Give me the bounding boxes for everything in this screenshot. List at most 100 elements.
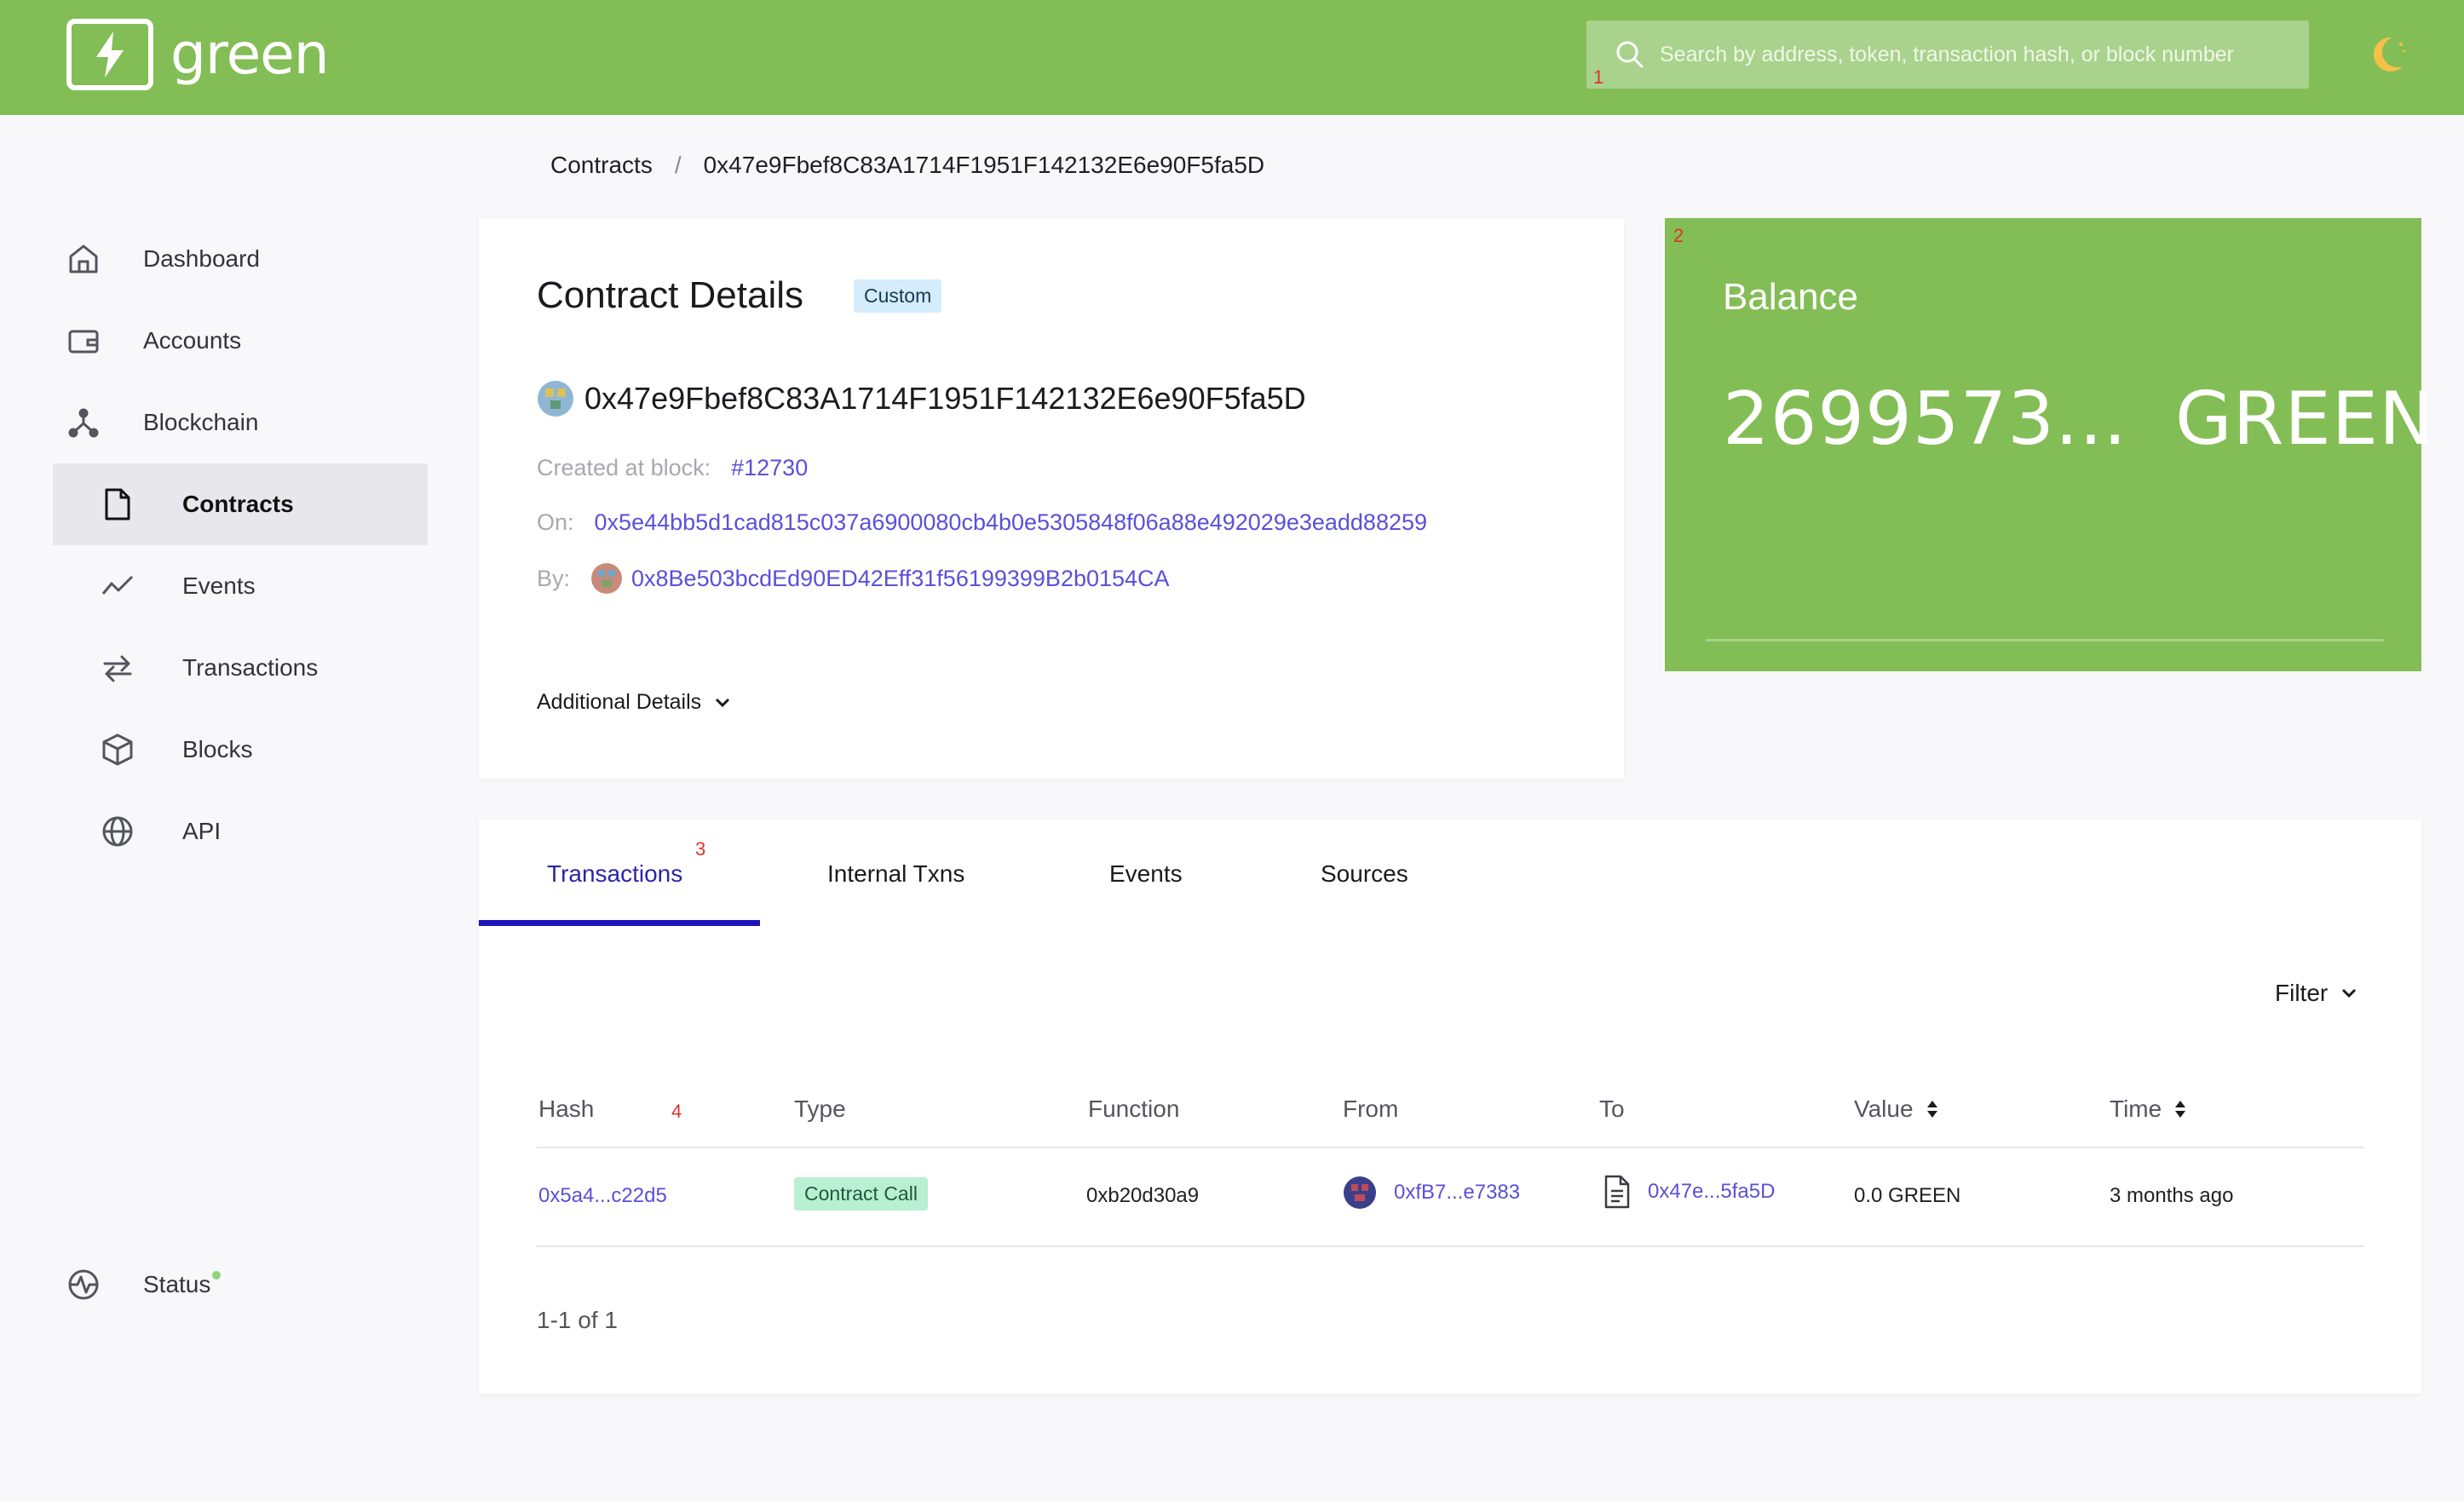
created-at-row: Created at block: #12730 [537,455,808,481]
sort-icon [2175,1101,2186,1118]
transactions-card: Transactions 3 Internal Txns Events Sour… [479,820,2421,1394]
status-icon [53,1268,114,1301]
sidebar-item-label: Blockchain [143,409,259,435]
sidebar-item-label: Blocks [182,736,253,762]
document-icon [87,487,148,521]
pagination-info: 1-1 of 1 [537,1307,618,1333]
creation-tx-link[interactable]: 0x5e44bb5d1cad815c037a6900080cb4b0e53058… [595,509,1427,536]
tx-from-cell: 0xfB7...e7383 [1343,1176,1520,1210]
sidebar-item-transactions[interactable]: Transactions [53,627,428,709]
annotation-marker-1: 1 [1593,66,1604,88]
column-header-function: Function [1088,1096,1180,1122]
annotation-marker-3: 3 [695,838,706,860]
chevron-down-icon [716,698,730,707]
balance-divider [1706,639,2384,641]
sender-avatar-icon [1344,1176,1376,1209]
tx-hash-link[interactable]: 0x5a4...c22d5 [538,1184,667,1208]
sidebar-item-label: Events [182,572,256,599]
cube-icon [87,733,148,767]
breadcrumb: Contracts / 0x47e9Fbef8C83A1714F1951F142… [550,152,1264,179]
top-bar: green 1 [0,0,2464,115]
balance-unit: GREEN [2175,377,2435,462]
breadcrumb-separator: / [674,152,682,178]
column-header-type: Type [794,1096,846,1122]
created-at-label: Created at block: [537,455,711,480]
column-header-time[interactable]: Time [2110,1096,2187,1123]
search-bar[interactable] [1586,20,2309,89]
contract-details-title: Contract Details [537,274,804,316]
active-tab-indicator [479,920,760,926]
creator-address-link[interactable]: 0x8Be503bcdEd90ED42Eff31f56199399B2b0154… [631,566,1170,592]
tx-to-cell: 0x47e...5fa5D [1603,1174,1775,1210]
table-header-divider [537,1147,2363,1148]
sort-icon [1926,1101,1937,1118]
lightning-logo-icon [66,19,153,90]
contract-file-icon [1604,1175,1630,1209]
tab-sources[interactable]: Sources [1321,860,1408,888]
annotation-marker-2: 2 [1673,225,1684,246]
theme-toggle[interactable] [2369,32,2408,79]
sidebar-item-label: Contracts [182,491,294,517]
sidebar-item-label: Accounts [143,327,242,354]
table-row-divider [537,1245,2363,1247]
breadcrumb-contracts-link[interactable]: Contracts [550,152,653,179]
on-label: On: [537,509,574,535]
tab-transactions[interactable]: Transactions [547,860,682,888]
tab-internal-txns[interactable]: Internal Txns [827,860,964,888]
sidebar-item-api[interactable]: API [53,791,428,872]
tx-type-badge: Contract Call [794,1177,928,1211]
tx-time-cell: 3 months ago [2110,1184,2234,1207]
logo[interactable]: green [66,19,330,90]
by-row: By: 0x8Be503bcdEd90ED42Eff31f56199399B2b… [537,562,1170,595]
swap-icon [87,652,148,684]
sidebar-item-label: Transactions [182,654,319,681]
contract-type-badge: Custom [854,279,942,313]
balance-title: Balance [1723,276,1859,318]
sidebar-item-status[interactable]: Status [53,1244,428,1326]
sidebar-item-accounts[interactable]: Accounts [53,300,428,382]
balance-amount: 2699573... GREEN [1723,377,2434,462]
tx-function-cell: 0xb20d30a9 [1086,1184,1200,1207]
contract-address: 0x47e9Fbef8C83A1714F1951F142132E6e90F5fa… [537,380,1306,417]
additional-details-toggle[interactable]: Additional Details [537,690,730,715]
sidebar-item-label: Dashboard [143,245,260,272]
search-input[interactable] [1660,42,2290,67]
created-block-link[interactable]: #12730 [731,455,808,481]
on-row: On: 0x5e44bb5d1cad815c037a6900080cb4b0e5… [537,509,1427,536]
sidebar-item-dashboard[interactable]: Dashboard [53,218,428,300]
sidebar-item-blockchain[interactable]: Blockchain [53,382,428,463]
activity-icon [87,573,148,599]
annotation-marker-4: 4 [671,1101,682,1122]
sender-address-link[interactable]: 0xfB7...e7383 [1394,1181,1520,1205]
contract-address-text: 0x47e9Fbef8C83A1714F1951F142132E6e90F5fa… [584,381,1306,416]
tab-events[interactable]: Events [1109,860,1183,888]
tx-type-cell: Contract Call [794,1177,928,1211]
filter-dropdown[interactable]: Filter [2275,980,2357,1007]
search-icon [1616,41,1644,68]
logo-text: green [170,21,330,87]
column-header-hash: Hash [538,1096,595,1122]
moon-icon [2373,37,2406,72]
sidebar-item-label: API [182,818,222,844]
by-label: By: [537,565,571,591]
wallet-icon [53,325,114,357]
sidebar-item-blocks[interactable]: Blocks [53,709,428,791]
balance-card: 2 Balance 2699573... GREEN [1665,218,2433,671]
sidebar-item-events[interactable]: Events [53,545,428,627]
column-header-to: To [1599,1096,1625,1122]
column-header-from: From [1343,1096,1399,1122]
sidebar-item-label: Status [143,1271,222,1298]
sidebar-item-contracts[interactable]: Contracts [53,463,428,545]
filter-label: Filter [2275,980,2329,1006]
network-icon [53,406,114,439]
contract-avatar-icon [538,381,573,417]
column-header-value[interactable]: Value [1854,1096,1939,1123]
balance-value: 2699573... [1723,377,2128,462]
status-indicator-dot [212,1271,222,1280]
contract-details-card: Contract Details Custom 0x47e9Fbef8C83A1… [479,218,1624,779]
creator-avatar-icon [591,563,623,594]
chevron-down-icon [2342,988,2357,998]
tx-value-cell: 0.0 GREEN [1854,1184,1961,1207]
recipient-address-link[interactable]: 0x47e...5fa5D [1648,1180,1775,1204]
breadcrumb-current: 0x47e9Fbef8C83A1714F1951F142132E6e90F5fa… [703,152,1265,178]
